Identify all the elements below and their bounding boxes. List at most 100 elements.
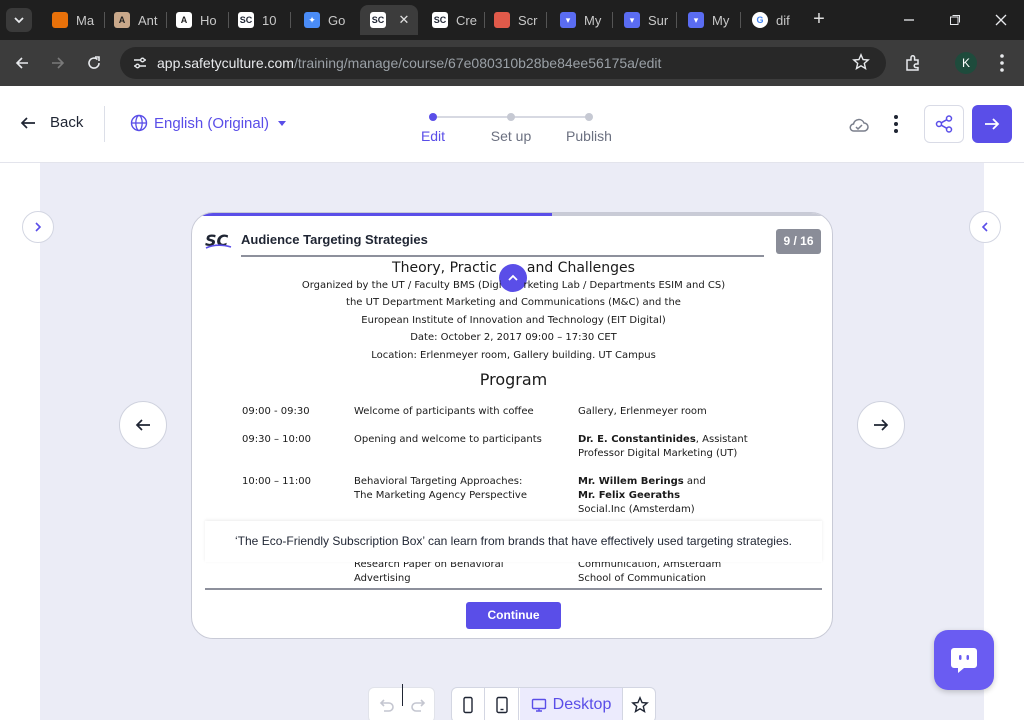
- browser-tab[interactable]: G dif: [742, 5, 804, 35]
- extensions-icon[interactable]: [902, 52, 924, 74]
- browser-tab[interactable]: ✦ Go: [294, 5, 356, 35]
- doc-heading-left: Theory, Practic: [392, 261, 497, 276]
- address-bar-row: app.safetyculture.com/training/manage/co…: [0, 40, 1024, 86]
- browser-tab[interactable]: ▾ Sur: [614, 5, 676, 35]
- program-session: Advertising: [354, 573, 411, 584]
- tablet-icon: [496, 696, 508, 714]
- browser-tab[interactable]: ▾ My: [678, 5, 740, 35]
- close-icon[interactable]: ✕: [396, 12, 412, 28]
- forward-nav-button[interactable]: [46, 51, 70, 75]
- undo-button[interactable]: [369, 688, 402, 720]
- page-indicator: 9 / 16: [776, 229, 821, 254]
- browser-tab[interactable]: A Ho: [166, 5, 228, 35]
- tab-search-button[interactable]: [6, 8, 32, 32]
- close-window-button[interactable]: [989, 8, 1013, 32]
- doc-line: European Institute of Innovation and Tec…: [361, 315, 666, 326]
- device-preview-group: Desktop: [451, 687, 656, 720]
- browser-tab[interactable]: Scr: [484, 5, 546, 35]
- restore-button[interactable]: [943, 8, 967, 32]
- chat-icon: ▾: [688, 12, 704, 28]
- desktop-label: Desktop: [552, 696, 612, 713]
- program-speaker-detail: Professor Digital Marketing (UT): [578, 448, 738, 459]
- anthropic-icon: A: [176, 12, 192, 28]
- browser-tab-label: Cre: [456, 12, 477, 28]
- browser-tab[interactable]: SC 10: [228, 5, 290, 35]
- program-speaker-detail: School of Communication: [578, 573, 707, 584]
- step-edit[interactable]: Edit: [398, 128, 468, 144]
- browser-tab[interactable]: ▾ My: [550, 5, 612, 35]
- expand-right-panel-button[interactable]: [969, 211, 1001, 243]
- browser-tab-label: Ma: [76, 12, 95, 28]
- caret-down-icon: [278, 121, 287, 126]
- anthropic-icon: A: [114, 12, 130, 28]
- next-slide-button[interactable]: [857, 401, 905, 449]
- minimize-button[interactable]: [897, 8, 921, 32]
- tablet-preview-button[interactable]: [486, 688, 519, 720]
- browser-tab-active[interactable]: SC ✕: [360, 5, 418, 35]
- redo-icon: [410, 699, 425, 712]
- slide-progress-fill: [192, 213, 552, 216]
- browser-tab-label: Ant: [138, 12, 158, 28]
- new-tab-button[interactable]: +: [808, 8, 830, 32]
- program-session: Welcome of participants with coffee: [354, 406, 534, 417]
- share-button[interactable]: [924, 105, 964, 143]
- desktop-preview-button[interactable]: Desktop: [520, 688, 623, 720]
- globe-icon: [130, 114, 148, 132]
- language-selector[interactable]: English (Original): [130, 114, 289, 132]
- url-text: app.safetyculture.com/training/manage/co…: [157, 55, 661, 71]
- arrow-left-icon: [15, 57, 28, 69]
- doc-line: Organized by the UT / Faculty BMS (Digi r…: [205, 280, 822, 291]
- program-speaker: Mr. Willem Berings and: [578, 475, 706, 489]
- undo-icon: [379, 699, 394, 712]
- step-setup[interactable]: Set up: [476, 128, 546, 144]
- safetyculture-logo: SC: [205, 230, 233, 250]
- browser-tab[interactable]: A Ant: [104, 5, 166, 35]
- program-speaker-detail: Social.Inc (Amsterdam): [578, 504, 695, 515]
- arrow-left-icon: [20, 116, 35, 129]
- program-speaker: Dr. E. Constantinides, Assistant: [578, 433, 748, 447]
- image-icon: [494, 12, 510, 28]
- previous-slide-button[interactable]: [119, 401, 167, 449]
- mobile-preview-button[interactable]: [452, 688, 485, 720]
- doc-line: the UT Department Marketing and Communic…: [346, 297, 681, 308]
- doc-line-part: Organized by the UT / Faculty BMS (Digi: [301, 280, 502, 291]
- browser-menu-icon[interactable]: [992, 52, 1012, 74]
- star-icon: [631, 696, 649, 713]
- chat-icon: ▾: [624, 12, 640, 28]
- header-divider: [104, 106, 105, 142]
- bookmark-star-icon[interactable]: [852, 53, 872, 73]
- favorite-button[interactable]: [624, 688, 656, 720]
- slide-progress-track: [192, 213, 832, 216]
- orange-app-icon: [52, 12, 68, 28]
- program-session: Behavioral Targeting Approaches:: [354, 476, 523, 487]
- browser-tab[interactable]: Ma: [42, 5, 104, 35]
- redo-button[interactable]: [402, 688, 435, 720]
- profile-avatar[interactable]: K: [955, 52, 977, 74]
- next-step-button[interactable]: [972, 105, 1012, 143]
- back-label: Back: [50, 114, 84, 131]
- caption-divider: [205, 588, 822, 590]
- doc-line: Date: October 2, 2017 09:00 – 17:30 CET: [410, 332, 617, 343]
- publish-stepper: Edit Set up Publish: [404, 110, 634, 146]
- reload-button[interactable]: [82, 51, 106, 75]
- step-publish[interactable]: Publish: [554, 128, 624, 144]
- title-underline: [241, 255, 764, 257]
- browser-tab[interactable]: SC Cre: [422, 5, 484, 35]
- more-options-icon[interactable]: [886, 112, 906, 136]
- editor-header: Back English (Original) Edit Set up Publ…: [0, 86, 1024, 163]
- url-field[interactable]: app.safetyculture.com/training/manage/co…: [120, 47, 886, 79]
- back-nav-button[interactable]: [10, 51, 34, 75]
- back-button[interactable]: Back: [20, 114, 83, 131]
- restore-icon: [950, 15, 960, 25]
- site-settings-icon[interactable]: [130, 53, 150, 73]
- chat-bot-icon: [951, 648, 977, 673]
- chat-support-button[interactable]: [934, 630, 994, 690]
- desktop-icon: [531, 698, 546, 712]
- left-panel: [0, 163, 40, 720]
- arrow-right-icon: [985, 118, 1000, 130]
- expand-left-panel-button[interactable]: [22, 211, 54, 243]
- undo-redo-group: [368, 684, 435, 720]
- continue-button[interactable]: Continue: [466, 602, 561, 629]
- program-time: 09:30 – 10:00: [242, 434, 311, 445]
- chevron-right-icon: [35, 222, 42, 232]
